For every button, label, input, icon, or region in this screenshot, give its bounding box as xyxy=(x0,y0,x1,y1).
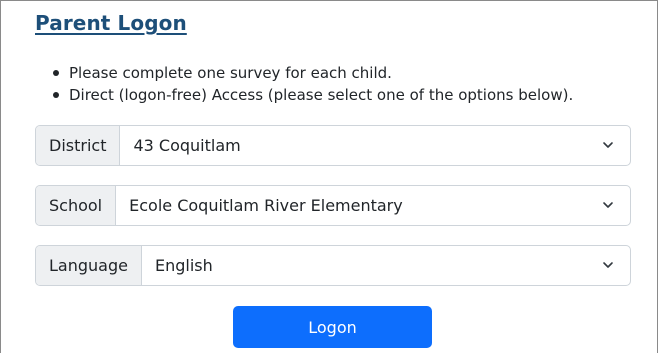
list-item: Please complete one survey for each chil… xyxy=(45,62,573,84)
chevron-down-icon xyxy=(603,202,613,208)
page-title: Parent Logon xyxy=(35,11,187,35)
school-select-value: Ecole Coquitlam River Elementary xyxy=(129,196,403,215)
language-field: Language English xyxy=(35,245,631,286)
chevron-down-icon xyxy=(603,142,613,148)
district-field: District 43 Coquitlam xyxy=(35,125,631,166)
instruction-text: Direct (logon-free) Access (please selec… xyxy=(69,86,574,104)
language-select-value: English xyxy=(154,256,213,275)
district-select[interactable]: 43 Coquitlam xyxy=(120,126,630,165)
language-select[interactable]: English xyxy=(142,246,630,285)
district-select-value: 43 Coquitlam xyxy=(133,136,241,155)
school-select[interactable]: Ecole Coquitlam River Elementary xyxy=(116,186,630,225)
instructions-list: Please complete one survey for each chil… xyxy=(45,62,573,106)
logon-button[interactable]: Logon xyxy=(233,306,432,348)
bullet-icon xyxy=(53,92,59,98)
chevron-down-icon xyxy=(603,262,613,268)
language-label: Language xyxy=(36,246,142,285)
school-field: School Ecole Coquitlam River Elementary xyxy=(35,185,631,226)
instruction-text: Please complete one survey for each chil… xyxy=(69,64,392,82)
bullet-icon xyxy=(53,70,59,76)
parent-logon-panel: Parent Logon Please complete one survey … xyxy=(0,0,658,353)
list-item: Direct (logon-free) Access (please selec… xyxy=(45,84,573,106)
district-label: District xyxy=(36,126,121,165)
school-label: School xyxy=(36,186,117,225)
